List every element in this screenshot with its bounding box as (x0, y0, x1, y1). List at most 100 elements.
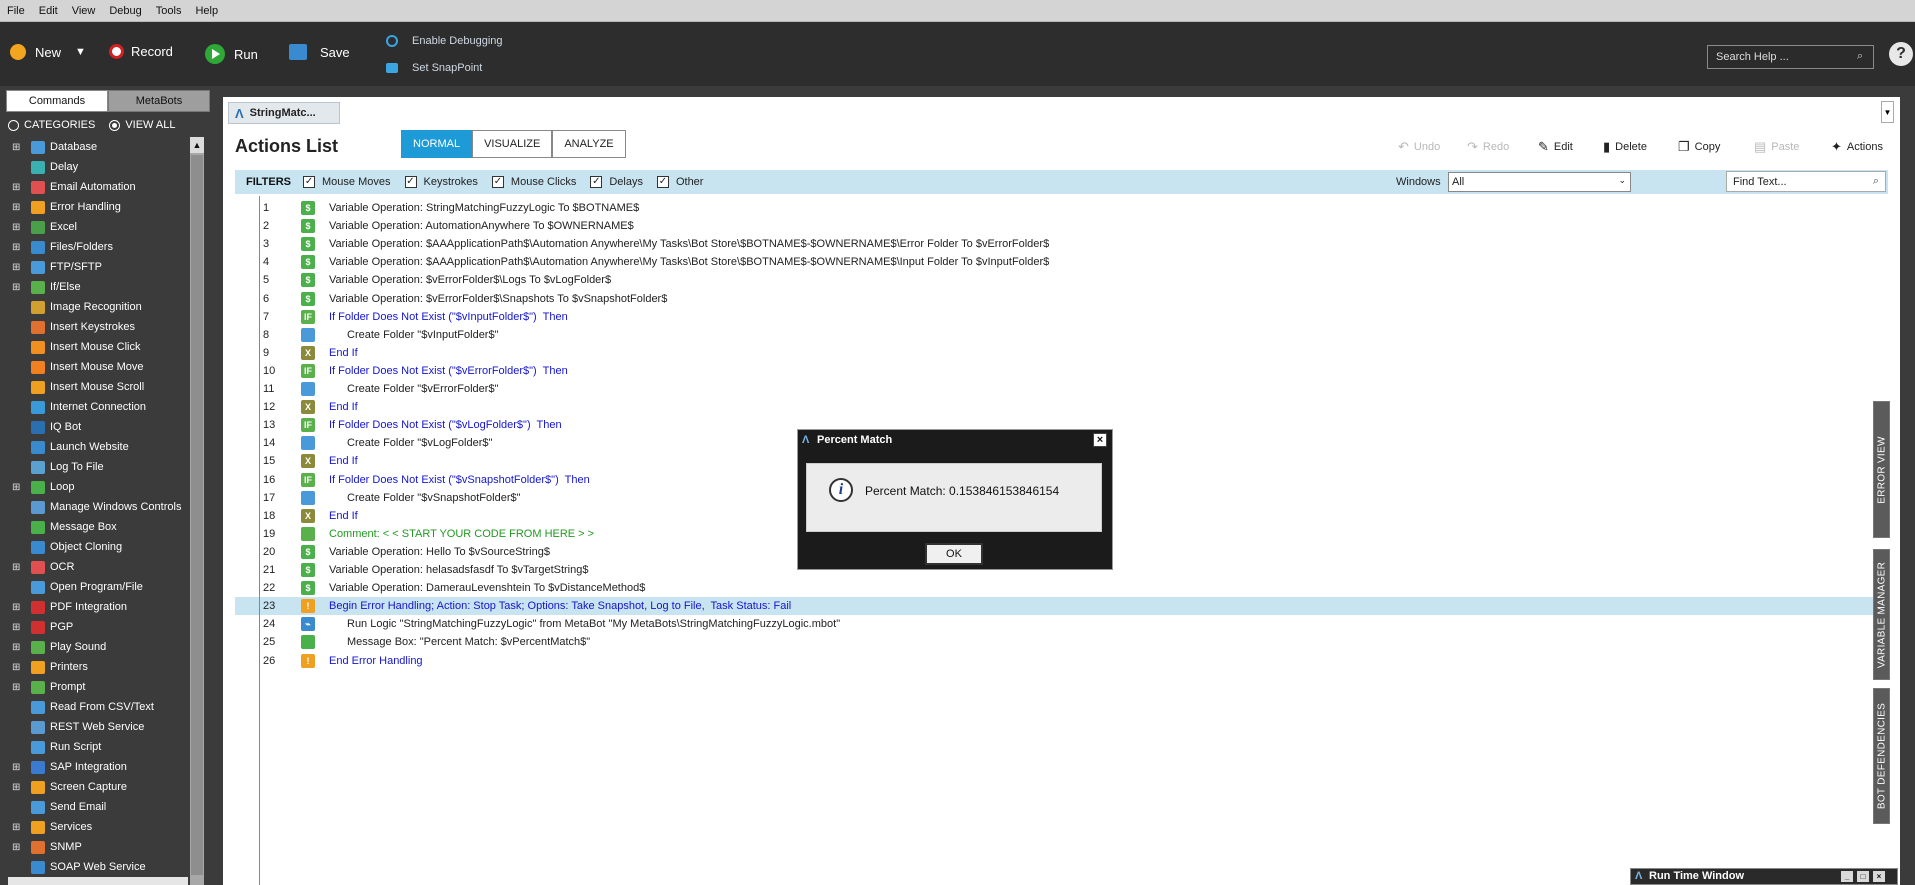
expand-icon[interactable]: ⊞ (12, 242, 22, 253)
find-text-input[interactable]: Find Text... ⌕ (1726, 171, 1886, 192)
filter-mouse-clicks[interactable]: ✓ Mouse Clicks (491, 176, 576, 188)
command-item[interactable]: Delay (8, 157, 188, 177)
command-item[interactable]: Message Box (8, 517, 188, 537)
command-item[interactable]: ⊞ PDF Integration (8, 597, 188, 617)
command-item[interactable]: IQ Bot (8, 417, 188, 437)
command-item[interactable]: ⊞ If/Else (8, 277, 188, 297)
action-line[interactable]: 5 $ Variable Operation: $vErrorFolder$\Log… (235, 271, 1888, 289)
maximize-icon[interactable]: □ (1857, 871, 1869, 882)
command-item[interactable]: Send Email (8, 797, 188, 817)
redo-button[interactable]: ↷ Redo (1467, 139, 1509, 155)
command-item[interactable]: ⊞ SAP Integration (8, 757, 188, 777)
command-item[interactable]: ⊞ Loop (8, 477, 188, 497)
ok-button[interactable]: OK (925, 543, 983, 565)
command-item[interactable]: Launch Website (8, 437, 188, 457)
action-line[interactable]: 6 $ Variable Operation: $vErrorFolder$\Sna… (235, 290, 1888, 308)
expand-icon[interactable]: ⊞ (12, 622, 22, 633)
command-item[interactable]: Manage Windows Controls (8, 497, 188, 517)
close-icon[interactable]: × (1873, 871, 1885, 882)
command-item[interactable]: Read From CSV/Text (8, 697, 188, 717)
expand-icon[interactable]: ⊞ (12, 482, 22, 493)
command-item[interactable]: ⊞ Files/Folders (8, 237, 188, 257)
action-line[interactable]: 23! Begin Error Handling; Action: Stop Ta… (235, 597, 1888, 616)
expand-icon[interactable]: ⊞ (12, 682, 22, 693)
set-snappoint-button[interactable]: Set SnapPoint (386, 62, 482, 74)
expand-icon[interactable]: ⊞ (12, 642, 22, 653)
tab-list-dropdown[interactable]: ▼ (1881, 101, 1894, 123)
command-item[interactable]: REST Web Service (8, 717, 188, 737)
action-line[interactable]: 11 Create Folder "$vErrorFolder$" (235, 380, 1888, 398)
expand-icon[interactable]: ⊞ (12, 662, 22, 673)
delete-button[interactable]: ▮ Delete (1603, 139, 1647, 155)
command-item[interactable]: ⊞ Database (8, 137, 188, 157)
run-button[interactable]: Run (205, 44, 258, 64)
tab-commands[interactable]: Commands (6, 90, 108, 112)
action-line[interactable]: 9 X End If (235, 344, 1888, 362)
undo-button[interactable]: ↶ Undo (1398, 139, 1440, 155)
command-item[interactable]: SOAP Web Service (8, 857, 188, 877)
tab-bot-dependencies[interactable]: BOT DEFENDENCIES (1873, 688, 1890, 824)
command-item[interactable]: ⊞ FTP/SFTP (8, 257, 188, 277)
command-item[interactable]: Insert Mouse Move (8, 357, 188, 377)
command-item[interactable]: Object Cloning (8, 537, 188, 557)
expand-icon[interactable]: ⊞ (12, 142, 22, 153)
command-item[interactable]: Insert Mouse Scroll (8, 377, 188, 397)
action-line[interactable]: 4 $ Variable Operation: $AAApplicationPath… (235, 253, 1888, 271)
expand-icon[interactable]: ⊞ (12, 562, 22, 573)
expand-icon[interactable]: ⊞ (12, 822, 22, 833)
action-line[interactable]: 12 X End If (235, 398, 1888, 416)
expand-icon[interactable]: ⊞ (12, 182, 22, 193)
mode-visualize[interactable]: VISUALIZE (472, 130, 553, 158)
expand-icon[interactable]: ⊞ (12, 762, 22, 773)
filter-keystrokes[interactable]: ✓ Keystrokes (404, 176, 478, 188)
enable-debugging-toggle[interactable]: Enable Debugging (386, 35, 503, 47)
command-item[interactable]: Open Program/File (8, 577, 188, 597)
scroll-up-icon[interactable]: ▲ (190, 137, 204, 153)
command-item[interactable]: Internet Connection (8, 397, 188, 417)
tab-variable-manager[interactable]: VARIABLE MANAGER (1873, 549, 1890, 680)
radio-view-all[interactable]: VIEW ALL (109, 119, 175, 131)
paste-button[interactable]: ▤ Paste (1754, 139, 1799, 155)
scroll-thumb[interactable] (191, 155, 203, 875)
run-time-window[interactable]: Λ Run Time Window _ □ × (1630, 868, 1898, 885)
command-item[interactable]: Run Script (8, 737, 188, 757)
command-item[interactable]: ⊞ OCR (8, 557, 188, 577)
filter-mouse-moves[interactable]: ✓ Mouse Moves (303, 176, 391, 188)
menu-help[interactable]: Help (188, 5, 225, 17)
command-item[interactable]: ⊞ Email Automation (8, 177, 188, 197)
command-item[interactable]: Insert Mouse Click (8, 337, 188, 357)
menu-file[interactable]: File (0, 5, 32, 17)
command-list-scrollbar[interactable]: ▲ (190, 137, 204, 885)
mode-analyze[interactable]: ANALYZE (552, 130, 626, 158)
edit-button[interactable]: ✎ Edit (1538, 139, 1573, 155)
dialog-close-button[interactable]: × (1093, 433, 1107, 447)
action-line[interactable]: 10 IF If Folder Does Not Exist ("$vErrorFo… (235, 362, 1888, 380)
expand-icon[interactable]: ⊞ (12, 202, 22, 213)
command-item[interactable]: ⊞ PGP (8, 617, 188, 637)
command-item[interactable]: ⊞ Prompt (8, 677, 188, 697)
expand-icon[interactable]: ⊞ (12, 262, 22, 273)
filter-delays[interactable]: ✓ Delays (590, 176, 643, 188)
search-help-input[interactable]: Search Help ... (1707, 45, 1874, 69)
actions-button[interactable]: ✦ Actions (1831, 139, 1883, 155)
tab-metabots[interactable]: MetaBots (108, 90, 210, 112)
filter-other[interactable]: ✓ Other (656, 176, 703, 188)
action-line[interactable]: 24 ⌁ Run Logic "StringMatchingFuzzyLogic" … (235, 615, 1888, 633)
windows-select[interactable]: All ⌄ (1448, 172, 1631, 192)
command-item[interactable]: Image Recognition (8, 297, 188, 317)
menu-tools[interactable]: Tools (149, 5, 189, 17)
command-item[interactable]: ⊞ SNMP (8, 837, 188, 857)
tab-error-view[interactable]: ERROR VIEW (1873, 401, 1890, 538)
document-tab[interactable]: Λ StringMatc... (228, 102, 340, 124)
copy-button[interactable]: ❐ Copy (1678, 139, 1720, 155)
expand-icon[interactable]: ⊞ (12, 222, 22, 233)
action-line[interactable]: 3 $ Variable Operation: $AAApplicationPath… (235, 235, 1888, 253)
search-icon[interactable]: ⌕ (1857, 50, 1863, 63)
new-button[interactable]: New ▼ (10, 44, 86, 60)
menu-debug[interactable]: Debug (102, 5, 148, 17)
command-item[interactable]: ⊞ Services (8, 817, 188, 837)
command-item[interactable]: Insert Keystrokes (8, 317, 188, 337)
minimize-icon[interactable]: _ (1841, 871, 1853, 882)
mode-normal[interactable]: NORMAL (401, 130, 473, 158)
expand-icon[interactable]: ⊞ (12, 602, 22, 613)
